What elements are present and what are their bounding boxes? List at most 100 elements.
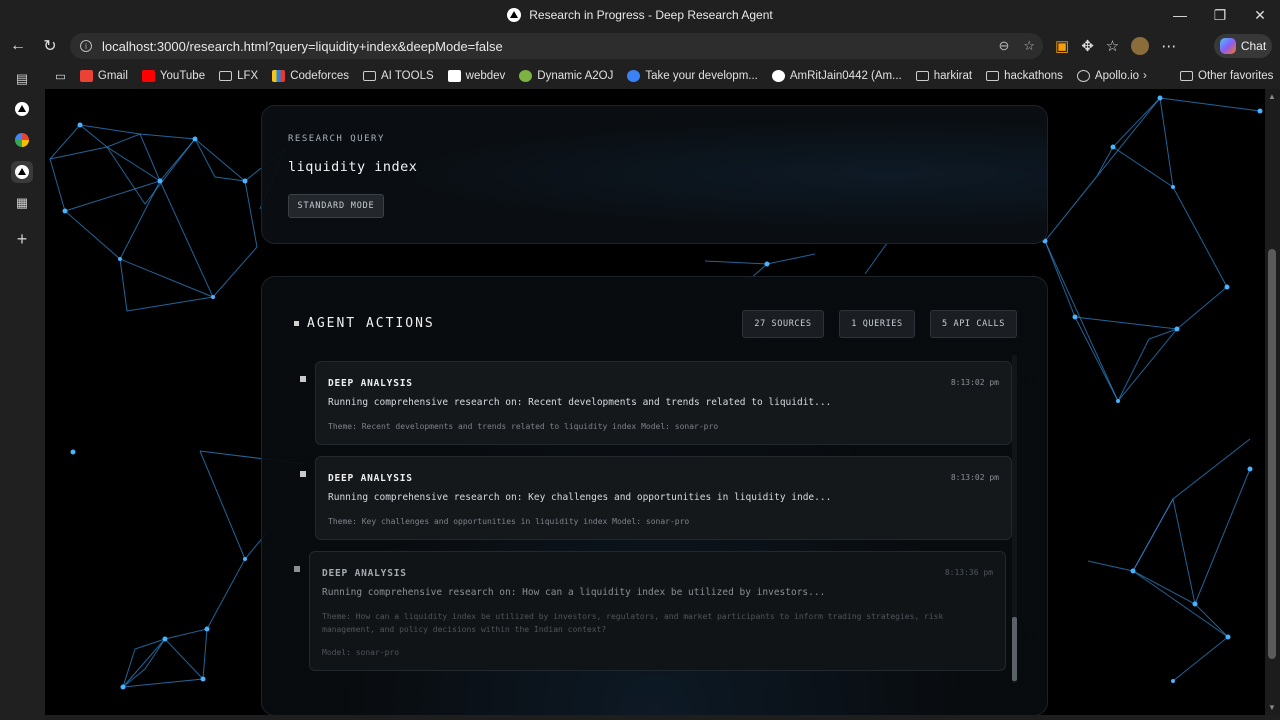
bookmark-ai-tools[interactable]: AI TOOLS	[363, 70, 434, 82]
w3-icon	[447, 69, 461, 82]
zoom-icon[interactable]: ⊖	[998, 38, 1009, 54]
bottom-edge	[45, 715, 1265, 720]
page-scroll-thumb[interactable]	[1268, 249, 1276, 659]
queries-count-badge: 1 QUERIES	[839, 310, 915, 338]
profile-avatar[interactable]	[1131, 37, 1150, 55]
reading-list-icon[interactable]: ▭	[55, 69, 66, 83]
browser-sidebar: ▤ ▦ +	[0, 62, 45, 720]
codeforces-icon	[272, 69, 286, 82]
tab-actions-icon[interactable]: ▤	[11, 68, 33, 90]
address-bar-actions: ⊖ ☆	[998, 38, 1035, 54]
action-type: DEEP ANALYSIS	[328, 378, 413, 389]
action-item[interactable]: DEEP ANALYSIS 8:13:36 pm Running compreh…	[294, 551, 1006, 671]
folder-icon	[915, 70, 929, 81]
action-meta: Theme: Key challenges and opportunities …	[328, 517, 690, 526]
action-type: DEEP ANALYSIS	[328, 473, 413, 484]
other-favorites[interactable]: Other favorites	[1180, 70, 1273, 82]
research-query-card: RESEARCH QUERY liquidity index STANDARD …	[261, 105, 1048, 244]
sidebar-app-icon[interactable]	[11, 98, 33, 120]
github-icon	[771, 69, 785, 82]
folder-icon	[986, 70, 1000, 81]
extension-toolbar: ▣ ✥ ☆ ⋯	[1055, 30, 1176, 62]
action-time: 8:13:36 pm	[944, 568, 993, 577]
bookmark-hackathons[interactable]: hackathons	[986, 70, 1063, 82]
bookmark-apollo[interactable]: Apollo.io	[1076, 69, 1139, 82]
page-scrollbar[interactable]: ▲ ▼	[1265, 89, 1280, 715]
action-description: Running comprehensive research on: Recen…	[328, 397, 832, 408]
actions-list-scroll-thumb[interactable]	[1012, 617, 1017, 681]
back-arrow-icon: ←	[10, 37, 26, 54]
address-bar-url[interactable]: localhost:3000/research.html?query=liqui…	[102, 39, 503, 54]
sidebar-active-app-icon[interactable]	[11, 161, 33, 183]
bookmark-dynamic-a2oj[interactable]: Dynamic A2OJ	[519, 69, 613, 82]
mode-button[interactable]: STANDARD MODE	[288, 194, 384, 218]
minimize-button[interactable]: —	[1160, 0, 1200, 30]
research-query-label: RESEARCH QUERY	[288, 134, 385, 144]
address-bar[interactable]: i localhost:3000/research.html?query=liq…	[70, 33, 1043, 59]
bookmark-gmail[interactable]: Gmail	[79, 69, 128, 82]
bookmark-codeforces[interactable]: Codeforces	[272, 69, 349, 82]
reload-button[interactable]: ↻	[34, 30, 66, 62]
action-meta-theme: Theme: How can a liquidity index be util…	[322, 612, 944, 621]
back-button[interactable]: ←	[2, 30, 34, 62]
action-bullet-icon	[294, 566, 300, 572]
agent-actions-title: AGENT ACTIONS	[307, 316, 435, 331]
scroll-down-icon[interactable]: ▼	[1268, 703, 1276, 712]
action-type: DEEP ANALYSIS	[322, 568, 407, 579]
site-info-icon[interactable]: i	[80, 40, 92, 52]
window-title: Research in Progress - Deep Research Age…	[507, 8, 773, 22]
bookmarks-overflow-chevron-icon[interactable]: ›	[1143, 70, 1147, 82]
extension-icon[interactable]: ▣	[1055, 37, 1069, 55]
site-favicon-icon	[507, 8, 522, 22]
action-item[interactable]: DEEP ANALYSIS 8:13:02 pm Running compreh…	[300, 456, 1012, 540]
action-description: Running comprehensive research on: Key c…	[328, 492, 832, 503]
favorites-icon[interactable]: ☆	[1106, 37, 1119, 55]
agent-actions-card: AGENT ACTIONS 27 SOURCES 1 QUERIES 5 API…	[261, 276, 1048, 715]
api-calls-count-badge: 5 API CALLS	[930, 310, 1017, 338]
gmail-icon	[79, 69, 93, 82]
action-item[interactable]: DEEP ANALYSIS 8:13:02 pm Running compreh…	[300, 361, 1012, 445]
bookmark-webdev[interactable]: webdev	[447, 69, 505, 82]
action-description: Running comprehensive research on: How c…	[322, 587, 826, 598]
more-menu-icon[interactable]: ⋯	[1161, 37, 1176, 55]
action-time: 8:13:02 pm	[950, 473, 999, 482]
bookmark-harkirat[interactable]: harkirat	[915, 70, 972, 82]
section-square-icon	[294, 321, 299, 326]
page-viewport: RESEARCH QUERY liquidity index STANDARD …	[45, 89, 1265, 715]
agent-actions-header: AGENT ACTIONS	[294, 316, 435, 331]
bookmark-youtube[interactable]: YouTube	[141, 69, 205, 82]
chat-label: Chat	[1240, 39, 1267, 53]
google-icon[interactable]	[11, 129, 33, 151]
copilot-icon	[1219, 38, 1236, 54]
window-titlebar: Research in Progress - Deep Research Age…	[0, 0, 1280, 30]
sources-count-badge: 27 SOURCES	[742, 310, 824, 338]
reload-icon: ↻	[43, 38, 57, 55]
bookmarks-bar: ▭ Gmail YouTube LFX Codeforces AI TOOLS …	[45, 62, 1280, 89]
favorite-star-icon[interactable]: ☆	[1023, 38, 1035, 54]
action-meta: Theme: Recent developments and trends re…	[328, 422, 719, 431]
action-bullet-icon	[300, 471, 306, 477]
action-meta-theme-cont: management, and policy decisions within …	[322, 625, 607, 634]
scroll-up-icon[interactable]: ▲	[1268, 92, 1276, 101]
globe-icon	[1076, 69, 1090, 82]
folder-icon	[363, 70, 377, 81]
bookmark-take-your-development[interactable]: Take your developm...	[627, 69, 758, 82]
folder-icon	[1180, 70, 1193, 81]
window-controls: — ❐ ✕	[1160, 0, 1280, 30]
action-time: 8:13:02 pm	[950, 378, 999, 387]
action-bullet-icon	[300, 376, 306, 382]
window-title-text: Research in Progress - Deep Research Age…	[529, 8, 773, 22]
profile-icon	[627, 69, 641, 82]
bookmark-github[interactable]: AmRitJain0442 (Am...	[771, 69, 902, 82]
copilot-chat-button[interactable]: Chat	[1214, 34, 1272, 58]
add-icon[interactable]: +	[11, 228, 33, 250]
close-button[interactable]: ✕	[1240, 0, 1280, 30]
bookmark-lfx[interactable]: LFX	[219, 70, 258, 82]
calendar-icon[interactable]: ▦	[11, 192, 33, 214]
a2oj-icon	[519, 69, 533, 82]
research-query-text: liquidity index	[288, 159, 418, 175]
folder-icon	[219, 70, 233, 81]
restore-button[interactable]: ❐	[1200, 0, 1240, 30]
actions-list-scrollbar[interactable]	[1012, 355, 1017, 683]
extensions-puzzle-icon[interactable]: ✥	[1081, 37, 1094, 55]
